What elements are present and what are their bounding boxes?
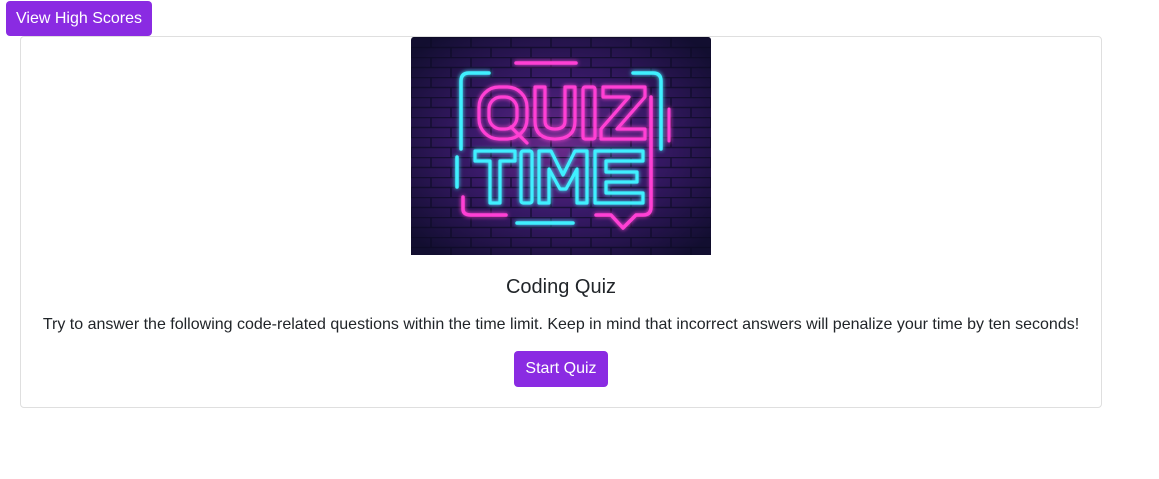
- view-high-scores-button[interactable]: View High Scores: [6, 1, 152, 36]
- quiz-page: View High Scores Coding Quiz Try to answ…: [0, 0, 1159, 479]
- quiz-title: Coding Quiz: [505, 276, 617, 298]
- quiz-time-neon-image: [411, 37, 711, 255]
- quiz-description: Try to answer the following code-related…: [42, 316, 1080, 333]
- quiz-card: Coding Quiz Try to answer the following …: [20, 36, 1102, 408]
- start-quiz-button[interactable]: Start Quiz: [514, 351, 608, 387]
